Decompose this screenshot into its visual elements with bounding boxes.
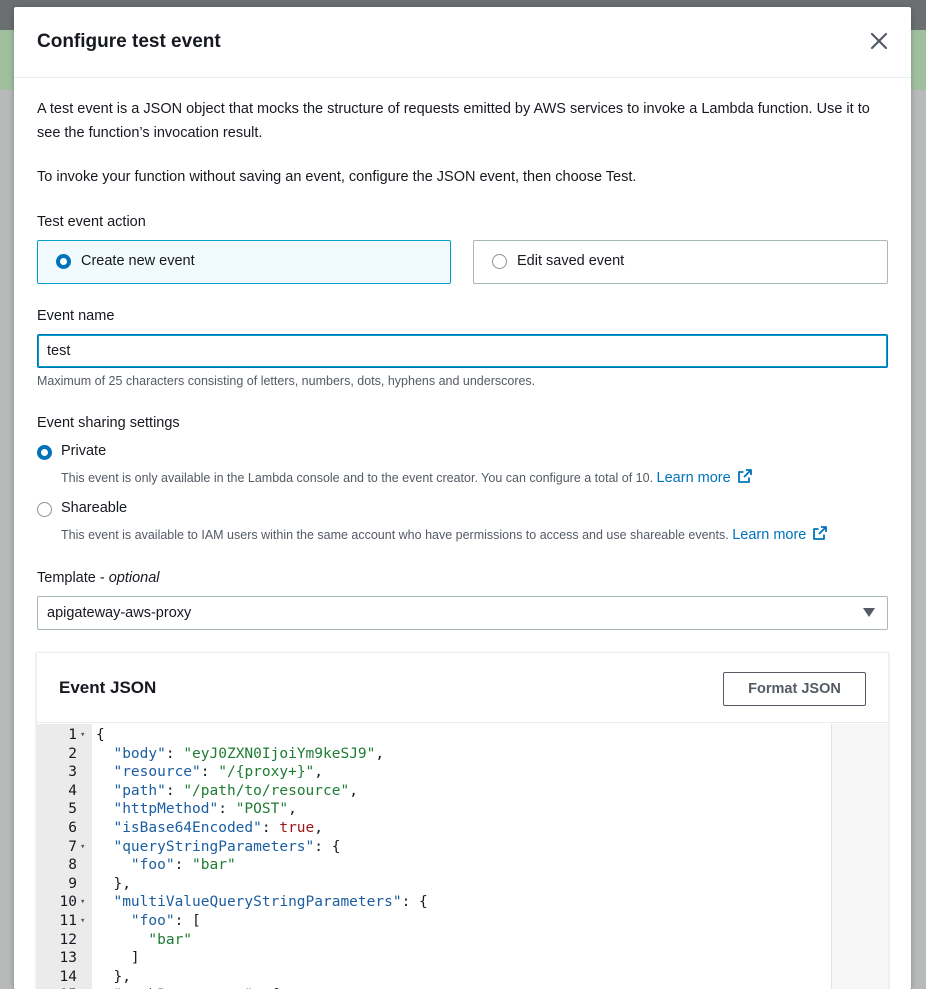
- caret-down-icon: [863, 608, 875, 617]
- code-line: 8 "foo": "bar": [37, 856, 830, 875]
- private-description: This event is only available in the Lamb…: [61, 468, 753, 486]
- line-number: 6: [68, 820, 77, 836]
- code-line: 1 ▾ {: [37, 726, 830, 745]
- line-number: 3: [68, 764, 77, 781]
- template-select-value: apigateway-aws-proxy: [47, 605, 192, 621]
- code-text: },: [96, 875, 131, 892]
- template-label-text: Template -: [37, 570, 109, 586]
- template-select[interactable]: apigateway-aws-proxy: [37, 596, 888, 630]
- code-text: {: [96, 727, 105, 743]
- line-number: 9: [68, 875, 77, 892]
- edit-saved-event-tile[interactable]: Edit saved event: [473, 240, 888, 284]
- modal-description-invoke: To invoke your function without saving a…: [37, 169, 637, 185]
- fold-arrow-icon[interactable]: ▾: [80, 838, 85, 857]
- code-line: 13 ]: [37, 949, 830, 968]
- event-json-title: Event JSON: [59, 678, 157, 697]
- code-text: "path": "/path/to/resource",: [113, 782, 358, 799]
- close-button[interactable]: [867, 29, 891, 53]
- event-json-panel: Event JSON Format JSON 1 ▾{2 "body": "eyJ…: [36, 652, 889, 989]
- code-text: "foo": "bar": [130, 857, 236, 874]
- private-radio[interactable]: [37, 445, 52, 460]
- shareable-radio[interactable]: [37, 502, 52, 517]
- event-name-input[interactable]: [37, 334, 888, 368]
- code-text: "queryStringParameters": {: [113, 838, 341, 855]
- code-text: ]: [96, 950, 140, 967]
- private-learn-more-text: Learn more: [656, 470, 731, 486]
- line-number: 10: [59, 894, 77, 911]
- code-line: 2 "body": "eyJ0ZXN0IjoiYm9keSJ9",: [37, 745, 830, 764]
- editor-scrollbar[interactable]: [831, 724, 888, 989]
- line-number: 7: [68, 838, 77, 855]
- code-line: 5 "httpMethod": "POST",: [37, 800, 830, 819]
- code-text: },: [96, 968, 131, 985]
- line-number: 12: [59, 931, 77, 948]
- line-number: 14: [59, 968, 77, 985]
- code-line: 10 ▾ "multiValueQueryStringParameters": {: [37, 893, 830, 912]
- edit-saved-event-label: Edit saved event: [517, 253, 625, 269]
- line-number: 13: [59, 950, 77, 967]
- line-number: 4: [68, 782, 77, 799]
- private-label: Private: [61, 443, 107, 459]
- code-line: 9 },: [37, 875, 830, 894]
- external-link-icon: [737, 469, 752, 483]
- close-icon: [870, 32, 888, 50]
- configure-test-event-modal: Configure test event A test event is a J…: [14, 7, 911, 989]
- format-json-button[interactable]: Format JSON: [723, 672, 866, 706]
- code-text: "multiValueQueryStringParameters": {: [113, 894, 428, 911]
- create-new-event-radio[interactable]: [56, 254, 71, 269]
- code-text: "bar": [148, 931, 193, 948]
- modal-header: Configure test event: [14, 7, 911, 78]
- json-code-editor[interactable]: 1 ▾{2 "body": "eyJ0ZXN0IjoiYm9keSJ9", 3 "r…: [37, 724, 888, 989]
- code-text: "isBase64Encoded": true,: [113, 820, 323, 836]
- event-name-hint: Maximum of 25 characters consisting of l…: [37, 374, 536, 388]
- code-line: 4 "path": "/path/to/resource",: [37, 782, 830, 801]
- code-line: 11 ▾ "foo": [: [37, 912, 830, 931]
- code-line: 7 ▾ "queryStringParameters": {: [37, 838, 830, 857]
- code-line: 6 "isBase64Encoded": true,: [37, 819, 830, 838]
- template-label: Template - optional: [37, 570, 160, 586]
- fold-arrow-icon[interactable]: ▾: [80, 726, 85, 745]
- fold-arrow-icon[interactable]: ▾: [80, 912, 85, 931]
- code-text: "foo": [: [130, 913, 201, 929]
- code-line: 3 "resource": "/{proxy+}",: [37, 763, 830, 782]
- line-number: 5: [68, 801, 77, 818]
- modal-title: Configure test event: [37, 31, 221, 52]
- shareable-learn-more-text: Learn more: [732, 527, 807, 543]
- code-text: "resource": "/{proxy+}",: [113, 764, 324, 781]
- template-optional-text: optional: [108, 570, 160, 586]
- shareable-description: This event is available to IAM users wit…: [61, 525, 828, 543]
- code-line: 12 "bar": [37, 931, 830, 950]
- line-number: 8: [68, 857, 77, 874]
- modal-description: A test event is a JSON object that mocks…: [37, 101, 870, 141]
- external-link-icon: [813, 526, 828, 540]
- fold-arrow-icon[interactable]: ▾: [80, 893, 85, 912]
- line-number: 1: [68, 727, 77, 743]
- line-number: 2: [68, 745, 77, 762]
- private-description-text: This event is only available in the Lamb…: [61, 471, 654, 485]
- shareable-learn-more-link[interactable]: Learn more: [732, 526, 828, 543]
- event-sharing-label: Event sharing settings: [37, 415, 180, 431]
- create-new-event-tile[interactable]: Create new event: [37, 240, 451, 284]
- code-line: 14 },: [37, 968, 830, 987]
- code-text: "httpMethod": "POST",: [113, 801, 297, 818]
- event-json-header: Event JSON Format JSON: [37, 653, 888, 723]
- private-learn-more-link[interactable]: Learn more: [656, 469, 753, 486]
- edit-saved-event-radio[interactable]: [492, 254, 507, 269]
- create-new-event-label: Create new event: [81, 253, 195, 269]
- shareable-description-text: This event is available to IAM users wit…: [61, 528, 729, 542]
- line-number: 11: [59, 913, 77, 929]
- code-text: "body": "eyJ0ZXN0IjoiYm9keSJ9",: [113, 745, 385, 762]
- event-name-label: Event name: [37, 308, 115, 324]
- shareable-label: Shareable: [61, 500, 128, 516]
- test-event-action-label: Test event action: [37, 214, 146, 230]
